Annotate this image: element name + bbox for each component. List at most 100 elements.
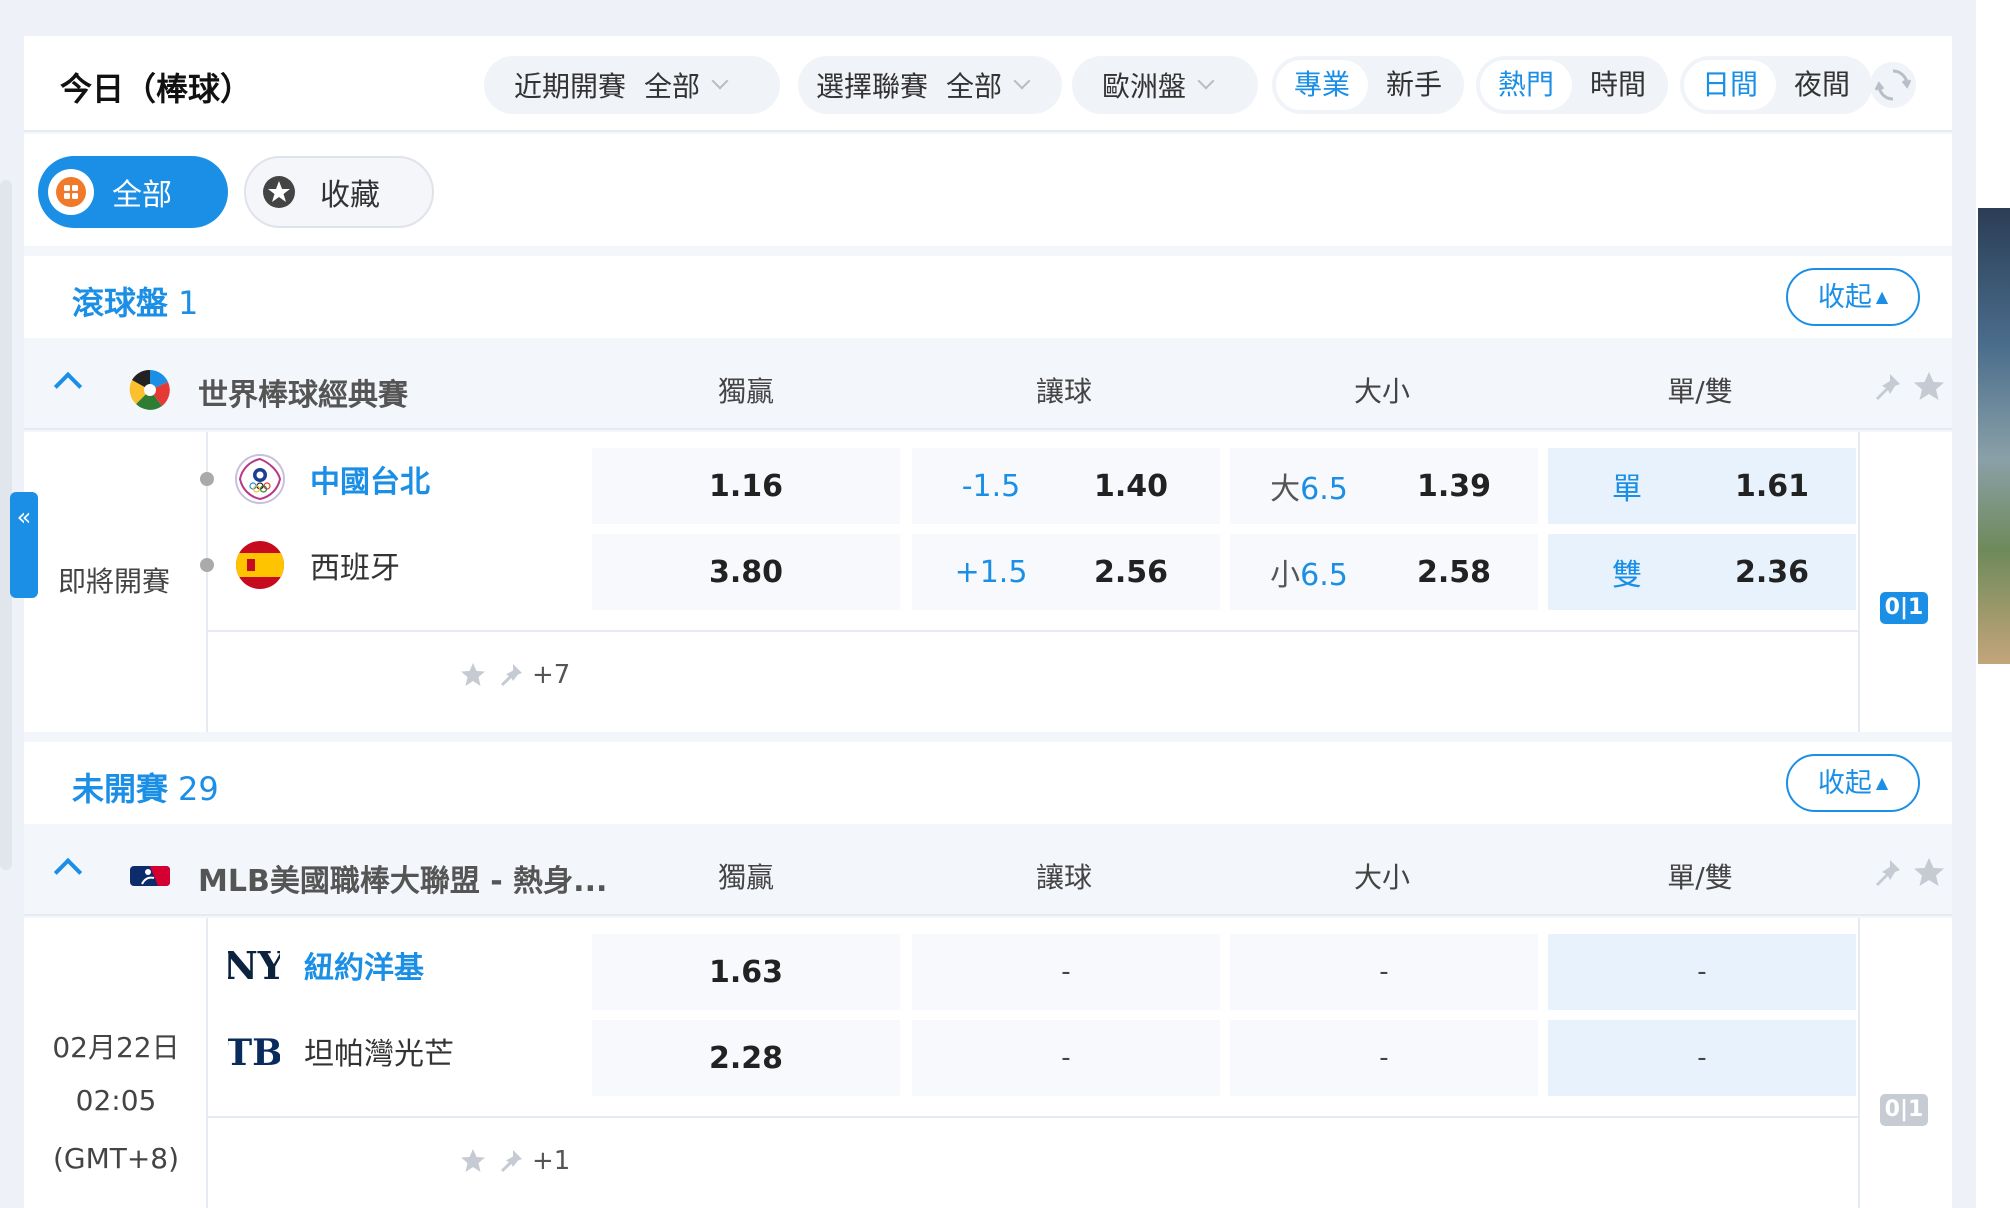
svg-text:NY: NY [228,943,280,988]
column-moneyline: 獨贏 [717,861,774,894]
column-over-under: 大小 [1353,375,1410,408]
odds-odd: - [1548,934,1856,1010]
team-name[interactable]: 中國台北 [310,457,430,501]
odds-handicap-home: - [912,934,1220,1010]
odds-moneyline-away[interactable]: 3.80 [592,534,900,610]
section-upcoming-header: 未開賽 29 收起 ▲ [24,742,1952,824]
chinese-taipei-flag-icon [235,454,285,504]
odds-moneyline-home[interactable]: 1.63 [592,934,900,1010]
scoreboard-icon[interactable]: 0|1 [1880,1094,1928,1126]
refresh-icon [1875,69,1911,101]
pin-icon[interactable] [1868,854,1906,892]
league-name: MLB美國職棒大聯盟 - 熱身... [198,864,608,899]
ou-label: 大 [1270,472,1301,507]
odds-moneyline-away[interactable]: 2.28 [592,1020,900,1096]
sort-time-option[interactable]: 時間 [1572,60,1664,110]
odds-odd[interactable]: 單 1.61 [1548,448,1856,524]
pin-icon[interactable] [1868,368,1906,406]
team-name[interactable]: 西班牙 [310,543,400,587]
odds-over-home: - [1230,934,1538,1010]
odds-handicap-away: - [912,1020,1220,1096]
odds-value: 2.56 [1093,554,1169,590]
wbc-logo-icon [128,368,172,412]
filter-all-button[interactable]: 全部 [38,156,228,228]
league-name: 世界棒球經典賽 [198,378,408,413]
column-moneyline: 獨贏 [717,375,774,408]
odds-even[interactable]: 雙 2.36 [1548,534,1856,610]
more-markets-link[interactable]: +7 [458,660,570,690]
match-status: 即將開賽 [58,565,171,598]
mlb-logo-icon [128,854,172,898]
league-filter-label: 選擇聯賽 [816,70,929,103]
sort-popular-option[interactable]: 熱門 [1480,60,1573,110]
collapse-label: 收起 [1817,768,1872,799]
star-icon[interactable] [1910,368,1948,406]
league-filter-dropdown[interactable]: 選擇聯賽 全部 [798,56,1062,114]
star-icon[interactable] [1910,854,1948,892]
odds-value: 1.16 [708,468,784,504]
refresh-button[interactable] [1870,62,1916,108]
top-bar: 今日（棒球） 近期開賽 全部 選擇聯賽 全部 歐洲盤 專業 新手 熱門 時間 日… [24,36,1952,132]
pin-icon [501,1150,522,1172]
odds-handicap-away[interactable]: +1.5 2.56 [912,534,1220,610]
more-count: +7 [532,660,571,690]
team-away: 西班牙 [200,530,400,600]
pin-icon [501,664,522,686]
column-handicap: 讓球 [1035,861,1092,894]
scoreboard-icon[interactable]: 0|1 [1880,592,1928,624]
odds-empty: - [1697,957,1707,987]
league-header-wbc: 世界棒球經典賽 獨贏 讓球 大小 單/雙 [24,348,1952,430]
league-filter-value: 全部 [946,70,1003,103]
mode-beginner-option[interactable]: 新手 [1368,60,1460,110]
league-header-mlb: MLB美國職棒大聯盟 - 熱身... 獨贏 讓球 大小 單/雙 [24,834,1952,916]
column-handicap: 讓球 [1035,375,1092,408]
match-status-cell: 即將開賽 [24,432,208,732]
more-count: +1 [532,1146,571,1176]
filter-all-label: 全部 [112,178,172,213]
section-upcoming-collapse-button[interactable]: 收起 ▲ [1786,754,1920,812]
team-indicator-dot [200,472,214,486]
team-name[interactable]: 紐約洋基 [304,943,424,987]
chevron-down-icon [1197,72,1215,90]
star-icon [461,1149,485,1172]
column-odd-even: 單/雙 [1667,375,1733,408]
stats-cell: 0|1 [1858,432,1952,732]
sportsbook-panel: 今日（棒球） 近期開賽 全部 選擇聯賽 全部 歐洲盤 專業 新手 熱門 時間 日… [24,36,1988,1208]
mode-pro-option[interactable]: 專業 [1276,60,1369,110]
odds-under-away[interactable]: 小6.5 2.58 [1230,534,1538,610]
theme-night-option[interactable]: 夜間 [1776,60,1868,110]
chevron-up-icon[interactable] [53,371,83,401]
chevron-down-icon [1013,72,1031,90]
section-upcoming-count: 29 [178,770,219,808]
theme-day-option[interactable]: 日間 [1684,60,1777,110]
recent-filter-dropdown[interactable]: 近期開賽 全部 [484,56,780,114]
filter-favorites-button[interactable]: 收藏 [244,156,434,228]
rays-logo-icon: TB [228,1032,280,1074]
odds-format-dropdown[interactable]: 歐洲盤 [1072,56,1258,114]
ou-line: 6.5 [1300,472,1348,507]
collapse-label: 收起 [1817,282,1872,313]
odds-handicap-home[interactable]: -1.5 1.40 [912,448,1220,524]
section-live-header: 滾球盤 1 收起 ▲ [24,256,1952,338]
section-live-collapse-button[interactable]: 收起 ▲ [1786,268,1920,326]
mode-toggle: 專業 新手 [1272,56,1465,114]
team-home: 中國台北 [200,444,430,514]
odds-moneyline-home[interactable]: 1.16 [592,448,900,524]
team-home: NY 紐約洋基 [208,930,424,1000]
recent-filter-value: 全部 [644,70,701,103]
odds-value: 2.28 [708,1040,784,1076]
more-markets-link[interactable]: +1 [458,1146,570,1176]
handicap-line: +1.5 [954,554,1028,590]
page-title: 今日（棒球） [60,70,253,108]
filter-row: 全部 收藏 [24,134,1952,246]
odds-empty: - [1379,1043,1389,1073]
recent-filter-label: 近期開賽 [514,70,627,103]
odds-value: 1.63 [708,954,784,990]
chevron-up-icon[interactable] [53,857,83,887]
expand-sidebar-tab[interactable]: « [10,492,38,598]
team-name[interactable]: 坦帕灣光芒 [304,1029,454,1073]
odds-over-home[interactable]: 大6.5 1.39 [1230,448,1538,524]
odds-under-away: - [1230,1020,1538,1096]
odds-empty: - [1379,957,1389,987]
odds-value: 2.58 [1416,554,1492,590]
